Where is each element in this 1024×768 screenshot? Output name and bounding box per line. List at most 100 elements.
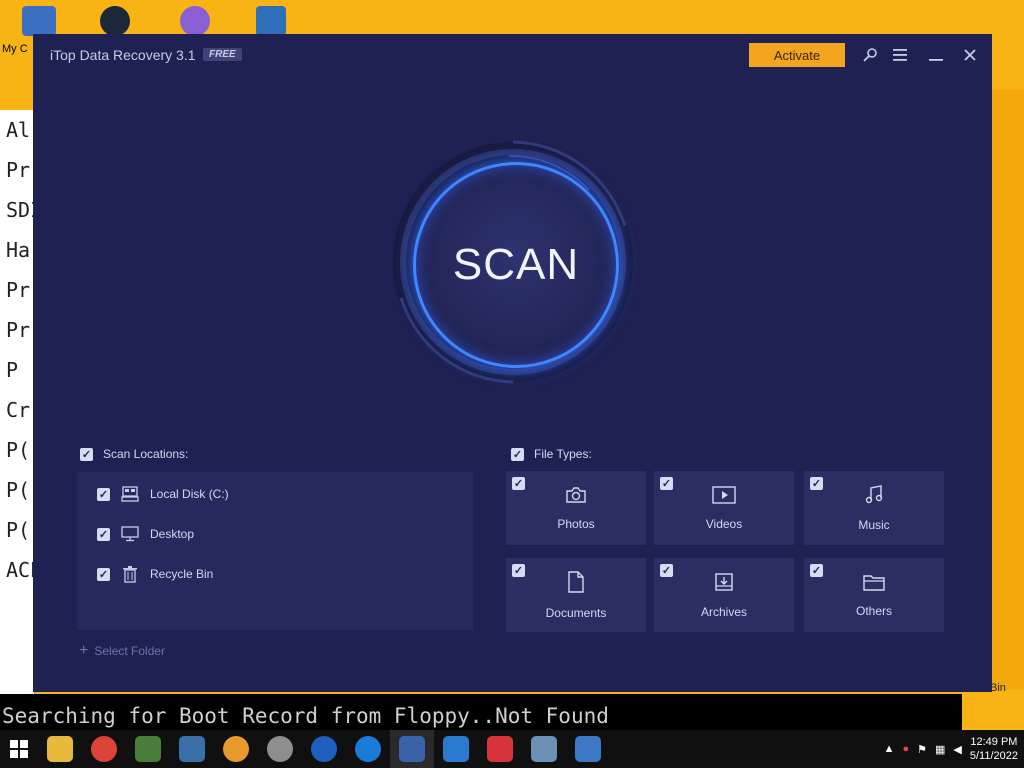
network-icon[interactable]: ▦: [935, 743, 945, 756]
file-types-header[interactable]: ✓ File Types:: [511, 447, 592, 461]
taskbar-recorder-icon[interactable]: [478, 730, 522, 768]
taskbar-data-recovery-icon[interactable]: [390, 730, 434, 768]
volume-icon[interactable]: ◀: [953, 743, 961, 756]
steam-icon[interactable]: [100, 6, 130, 36]
scan-locations-panel: ✓ Local Disk (C:) ✓ Desktop ✓ Recycle Bi…: [77, 472, 473, 630]
scan-button[interactable]: SCAN: [413, 162, 619, 368]
file-type-checkbox[interactable]: ✓: [660, 477, 673, 490]
file-type-checkbox[interactable]: ✓: [660, 564, 673, 577]
camera-icon: [565, 486, 587, 509]
close-icon[interactable]: [959, 44, 981, 66]
file-types-label: File Types:: [534, 447, 592, 461]
taskbar-app-icon[interactable]: [170, 730, 214, 768]
console-line: SDI: [6, 198, 34, 222]
file-type-archives[interactable]: ✓ Archives: [654, 558, 794, 632]
app-window: iTop Data Recovery 3.1 FREE Activate SCA…: [33, 34, 992, 692]
file-type-music[interactable]: ✓ Music: [804, 471, 944, 545]
console-line: P(: [6, 518, 31, 542]
location-checkbox[interactable]: ✓: [97, 567, 110, 581]
desktop-strip: [992, 90, 1024, 690]
location-label: Recycle Bin: [150, 567, 214, 581]
scan-locations-label: Scan Locations:: [103, 447, 189, 461]
console-line: Cr: [6, 398, 31, 422]
scan-locations-checkbox[interactable]: ✓: [80, 447, 93, 461]
taskbar-vpn-icon[interactable]: [302, 730, 346, 768]
file-types-checkbox[interactable]: ✓: [511, 447, 524, 461]
console-line: ACP: [6, 558, 34, 582]
location-checkbox[interactable]: ✓: [97, 487, 110, 501]
title-bar[interactable]: iTop Data Recovery 3.1 FREE Activate: [33, 34, 992, 76]
system-tray: ▲ ● ⚑ ▦ ◀ 12:49 PM 5/11/2022: [884, 735, 1024, 763]
console-line: P(: [6, 438, 31, 462]
file-type-checkbox[interactable]: ✓: [810, 477, 823, 490]
recorder-tray-icon[interactable]: ●: [902, 743, 909, 755]
file-type-label: Archives: [700, 604, 747, 619]
console-line: Pr: [6, 158, 31, 182]
my-computer-icon[interactable]: [22, 6, 56, 36]
file-type-documents[interactable]: ✓ Documents: [506, 558, 646, 632]
archive-icon: [714, 572, 734, 597]
file-type-checkbox[interactable]: ✓: [810, 564, 823, 577]
activate-button[interactable]: Activate: [749, 43, 845, 67]
file-type-checkbox[interactable]: ✓: [512, 564, 525, 577]
file-type-videos[interactable]: ✓ Videos: [654, 471, 794, 545]
start-button[interactable]: [0, 730, 38, 768]
file-type-label: Videos: [705, 516, 743, 531]
video-icon: [712, 485, 736, 509]
taskbar-settings-icon[interactable]: [258, 730, 302, 768]
menu-icon[interactable]: [889, 44, 911, 66]
key-icon[interactable]: [859, 44, 881, 66]
taskbar-explorer-icon[interactable]: [38, 730, 82, 768]
taskbar-chrome-icon[interactable]: [82, 730, 126, 768]
clock-date: 5/11/2022: [969, 750, 1018, 762]
folder-icon: [863, 573, 885, 596]
plus-icon: +: [79, 642, 89, 659]
taskbar-app-icon[interactable]: [566, 730, 610, 768]
console-window: Al Pr SDI Ha Pr Pr P Cr P(P(P(ACP: [0, 110, 35, 700]
file-type-label: Others: [855, 603, 892, 618]
file-type-label: Documents: [545, 605, 607, 620]
taskbar: ▲ ● ⚑ ▦ ◀ 12:49 PM 5/11/2022: [0, 730, 1024, 768]
location-label: Desktop: [150, 527, 195, 541]
drive-icon: [120, 484, 140, 504]
location-item-desktop[interactable]: ✓ Desktop: [97, 524, 194, 544]
clock-time: 12:49 PM: [970, 736, 1018, 748]
console-line: P(: [6, 478, 31, 502]
scan-ring: SCAN: [389, 138, 637, 386]
monitor-icon: [120, 524, 140, 544]
taskbar-shield-icon[interactable]: [434, 730, 478, 768]
taskbar-app-icon[interactable]: [214, 730, 258, 768]
flag-icon[interactable]: ⚑: [917, 743, 927, 756]
select-folder-button[interactable]: + Select Folder: [79, 642, 165, 660]
console-line: Ha: [6, 238, 31, 262]
shortcut-icon[interactable]: [256, 6, 286, 36]
file-type-others[interactable]: ✓ Others: [804, 558, 944, 632]
clock[interactable]: 12:49 PM 5/11/2022: [970, 735, 1018, 763]
boot-message: Searching for Boot Record from Floppy..N…: [0, 694, 962, 730]
shortcut-icon[interactable]: [180, 6, 210, 36]
chevron-up-icon[interactable]: ▲: [884, 743, 895, 755]
taskbar-app-icon[interactable]: [522, 730, 566, 768]
file-type-photos[interactable]: ✓ Photos: [506, 471, 646, 545]
location-label: Local Disk (C:): [150, 487, 229, 501]
select-folder-label: Select Folder: [94, 644, 166, 658]
file-type-checkbox[interactable]: ✓: [512, 477, 525, 490]
location-checkbox[interactable]: ✓: [97, 527, 110, 541]
trash-icon: [120, 564, 140, 584]
window-title: iTop Data Recovery 3.1: [50, 47, 196, 63]
file-type-label: Music: [858, 517, 890, 532]
taskbar-app-icon[interactable]: [126, 730, 170, 768]
desktop-icon-label: My C: [2, 43, 28, 55]
windows-icon: [10, 740, 28, 758]
document-icon: [567, 570, 585, 598]
free-badge: FREE: [203, 48, 242, 61]
location-item-recycle-bin[interactable]: ✓ Recycle Bin: [97, 564, 213, 584]
minimize-icon[interactable]: [925, 44, 947, 66]
location-item-local-disk[interactable]: ✓ Local Disk (C:): [97, 484, 229, 504]
console-line: Al: [6, 118, 31, 142]
music-icon: [864, 484, 884, 510]
file-type-label: Photos: [557, 516, 595, 531]
scan-locations-header[interactable]: ✓ Scan Locations:: [80, 447, 188, 461]
console-line: P: [6, 358, 19, 382]
taskbar-app-icon[interactable]: [346, 730, 390, 768]
